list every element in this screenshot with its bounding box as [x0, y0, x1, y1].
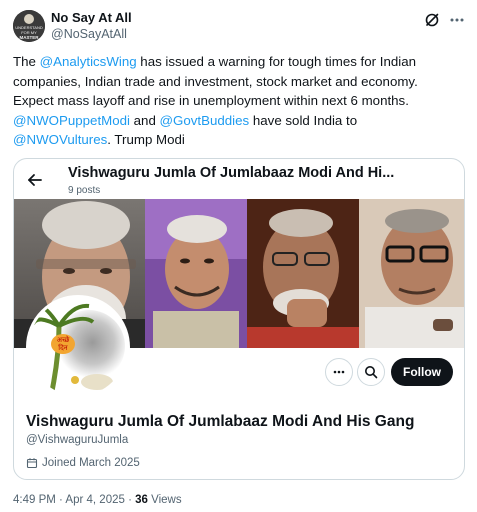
tweet-line-1: The @AnalyticsWing has issued a warning … — [13, 52, 465, 72]
joined-label: Joined March 2025 — [42, 457, 140, 469]
author-avatar[interactable]: UNDERSTAND FOR MY MASTER — [13, 10, 45, 42]
tweet-date[interactable]: Apr 4, 2025 — [65, 494, 124, 506]
banner-photo-4 — [359, 199, 464, 348]
meta-separator: · — [124, 494, 136, 506]
follow-button[interactable]: Follow — [391, 358, 453, 386]
calendar-icon — [26, 458, 38, 469]
profile-search-button[interactable] — [357, 358, 385, 386]
tweet-text: The @AnalyticsWing has issued a warning … — [13, 52, 465, 150]
search-icon — [365, 366, 378, 379]
tweet: UNDERSTAND FOR MY MASTER No Say At All @… — [0, 0, 477, 512]
profile-pic-text-1: अच्छे — [57, 335, 70, 344]
banner-photo-3 — [247, 199, 359, 348]
tweet-meta: 4:49 PM · Apr 4, 2025 · 36 Views — [13, 494, 182, 506]
text-segment: has issued a warning for tough times for… — [136, 54, 416, 69]
joined-date: Joined March 2025 — [26, 457, 140, 469]
post-count: 9 posts — [68, 185, 101, 196]
avatar-text-3: MASTER — [20, 35, 40, 40]
tweet-line-4: @NWOPuppetModi and @GovtBuddies have sol… — [13, 111, 465, 131]
more-horizontal-icon — [333, 370, 345, 374]
views-label: Views — [147, 494, 182, 506]
author-name[interactable]: No Say At All — [51, 10, 132, 25]
profile-pic-text-2: दिन — [58, 343, 68, 352]
mention-link[interactable]: @NWOVultures — [13, 132, 107, 147]
banner-photo-2 — [145, 199, 247, 348]
mention-link[interactable]: @AnalyticsWing — [40, 54, 137, 69]
more-options-icon[interactable] — [448, 11, 466, 29]
mention-link[interactable]: @GovtBuddies — [160, 113, 250, 128]
tweet-line-5: @NWOVultures. Trump Modi — [13, 130, 465, 150]
tweet-line-3: Expect mass layoff and rise in unemploym… — [13, 93, 409, 108]
avatar-image: UNDERSTAND FOR MY MASTER — [13, 10, 45, 42]
author-handle[interactable]: @NoSayAtAll — [51, 27, 127, 41]
profile-card[interactable]: Vishwaguru Jumla Of Jumlabaaz Modi And H… — [13, 158, 465, 480]
grok-icon[interactable] — [423, 11, 441, 29]
profile-name: Vishwaguru Jumla Of Jumlabaaz Modi And H… — [26, 413, 415, 430]
text-segment: The — [13, 54, 40, 69]
text-segment: . Trump Modi — [107, 132, 185, 147]
text-segment: and — [129, 112, 160, 128]
tweet-line-2: companies, Indian trade and investment, … — [13, 73, 418, 89]
profile-handle: @VishwaguruJumla — [26, 434, 129, 446]
profile-avatar[interactable]: अच्छे दिन — [26, 295, 130, 399]
text-segment: have sold India to — [249, 112, 358, 128]
back-arrow-icon[interactable] — [26, 171, 44, 189]
card-title: Vishwaguru Jumla Of Jumlabaaz Modi And H… — [68, 165, 395, 181]
profile-more-button[interactable] — [325, 358, 353, 386]
tweet-time[interactable]: 4:49 PM — [13, 494, 56, 506]
mention-link[interactable]: @NWOPuppetModi — [13, 113, 130, 128]
view-count: 36 — [135, 494, 148, 506]
meta-separator: · — [55, 494, 66, 506]
